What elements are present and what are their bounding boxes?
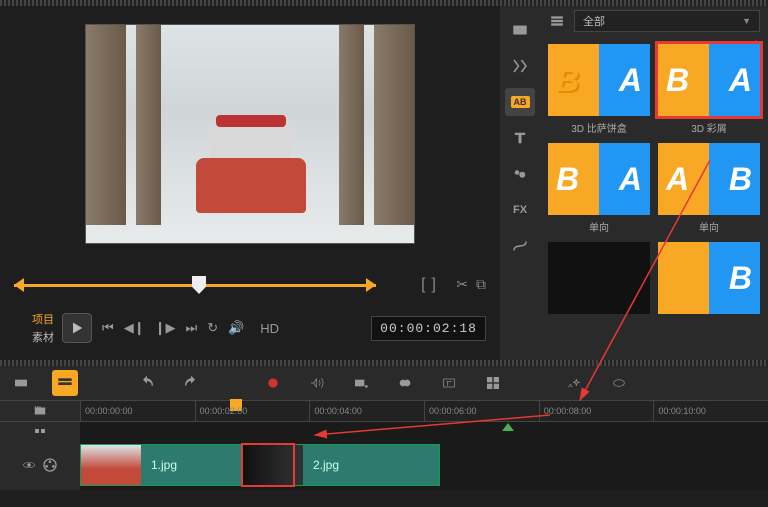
library-thumbnail[interactable]: BA	[548, 44, 650, 116]
undo-button[interactable]	[134, 370, 160, 396]
timeline-panel: 00:00:00:0000:00:02:0000:00:04:0000:00:0…	[0, 366, 768, 507]
prev-frame-button[interactable]: ◀❙	[124, 320, 145, 336]
library-thumbnail[interactable]: BA	[548, 143, 650, 215]
mode-labels[interactable]: 项目 素材	[14, 311, 54, 345]
timeline-toolbar	[0, 366, 768, 400]
category-icon	[548, 14, 566, 28]
preview-image	[86, 25, 414, 243]
library-caption: 单向	[589, 219, 609, 234]
audio-mixer-button[interactable]	[304, 370, 330, 396]
library-tabs: AB FX	[500, 6, 540, 360]
library-item[interactable]: BA 3D 彩屑	[658, 44, 760, 135]
mark-in-icon[interactable]: [	[421, 276, 425, 294]
ruler-tick: 00:00:00:00	[80, 401, 195, 421]
library-grid: BA 3D 比萨饼盒 BA 3D 彩屑 BA 单向 AB 单向 B	[540, 36, 768, 360]
ruler-track[interactable]: 00:00:00:0000:00:02:0000:00:04:0000:00:0…	[80, 401, 768, 421]
motion-button[interactable]	[562, 370, 588, 396]
material-mode-label[interactable]: 素材	[14, 329, 54, 345]
track-options-button[interactable]	[480, 370, 506, 396]
tab-fx[interactable]: FX	[505, 196, 535, 224]
mark-out-icon[interactable]: ]	[432, 276, 436, 294]
timeline-clip[interactable]: 1.jpg	[80, 444, 242, 486]
overlay-button[interactable]	[392, 370, 418, 396]
ruler-tick: 00:00:10:00	[653, 401, 768, 421]
auto-music-button[interactable]	[348, 370, 374, 396]
top-area: [ ] ✂ ⧉ 项目 素材 ⏮ ◀❙ ❙▶ ⏭ ↻ 🔊	[0, 6, 768, 360]
play-button[interactable]	[62, 313, 92, 343]
library-caption: 3D 比萨饼盒	[571, 120, 627, 135]
library-item[interactable]: BA 3D 比萨饼盒	[548, 44, 650, 135]
tab-graphics[interactable]	[505, 160, 535, 188]
library-thumbnail[interactable]	[548, 242, 650, 314]
timeline-add-marker[interactable]	[502, 423, 514, 431]
scrubber-row: [ ] ✂ ⧉	[14, 266, 486, 296]
ruler-tick: 00:00:02:00	[195, 401, 310, 421]
reel-icon	[42, 457, 58, 473]
cut-icon[interactable]: ✂	[456, 276, 468, 293]
hd-toggle[interactable]: HD	[260, 321, 279, 336]
go-start-button[interactable]: ⏮	[102, 320, 114, 336]
timeline-clip[interactable]: 2.jpg	[242, 444, 440, 486]
ruler-tick: 00:00:06:00	[424, 401, 539, 421]
scrubber-playhead[interactable]	[192, 276, 206, 294]
library-caption: 3D 彩屑	[691, 120, 727, 135]
preview-panel: [ ] ✂ ⧉ 项目 素材 ⏮ ◀❙ ❙▶ ⏭ ↻ 🔊	[0, 6, 500, 360]
project-mode-label[interactable]: 项目	[14, 311, 54, 327]
track-head[interactable]	[0, 440, 80, 490]
chevron-down-icon: ▼	[742, 16, 751, 26]
copy-icon[interactable]: ⧉	[476, 276, 486, 293]
tab-paths[interactable]	[505, 232, 535, 260]
library-item[interactable]: B	[658, 242, 760, 318]
storyboard-view-button[interactable]	[8, 370, 34, 396]
tab-transitions[interactable]: AB	[505, 88, 535, 116]
clip-thumbnail	[243, 445, 303, 485]
track-content[interactable]: 1.jpg 2.jpg	[80, 440, 768, 490]
visibility-icon[interactable]	[22, 458, 36, 472]
ruler-tick: 00:00:04:00	[309, 401, 424, 421]
library-thumbnail[interactable]: B	[658, 242, 760, 314]
tab-media[interactable]	[505, 16, 535, 44]
next-frame-button[interactable]: ❙▶	[155, 320, 176, 336]
ruler-tick: 00:00:08:00	[539, 401, 654, 421]
library-item[interactable]: AB 单向	[658, 143, 760, 234]
playback-row: 项目 素材 ⏮ ◀❙ ❙▶ ⏭ ↻ 🔊 HD 00:00:02:18	[14, 310, 486, 346]
volume-button[interactable]: 🔊	[228, 320, 244, 336]
clip-thumbnail	[81, 445, 141, 485]
clip-label: 2.jpg	[303, 458, 349, 472]
record-button[interactable]	[260, 370, 286, 396]
timeline-ruler[interactable]: 00:00:00:0000:00:02:0000:00:04:0000:00:0…	[0, 400, 768, 422]
transition-row	[0, 422, 768, 440]
scrubber-in-point[interactable]	[14, 278, 24, 292]
timecode-display[interactable]: 00:00:02:18	[371, 316, 486, 341]
timeline-view-button[interactable]	[52, 370, 78, 396]
chapter-button[interactable]	[606, 370, 632, 396]
go-end-button[interactable]: ⏭	[185, 320, 197, 336]
preview-frame[interactable]	[85, 24, 415, 244]
transition-head[interactable]	[0, 422, 80, 440]
library-item[interactable]: BA 单向	[548, 143, 650, 234]
category-dropdown[interactable]: 全部 ▼	[574, 10, 760, 32]
video-track: 1.jpg 2.jpg	[0, 440, 768, 490]
clip-label: 1.jpg	[141, 458, 187, 472]
scrubber-out-point[interactable]	[366, 278, 376, 292]
library-main: 全部 ▼ ★ BA3D 比萨饼盒BA3D 彩屑BA单向AB单向B	[540, 6, 768, 360]
redo-button[interactable]	[178, 370, 204, 396]
title-track-button[interactable]	[436, 370, 462, 396]
ruler-head[interactable]	[0, 401, 80, 421]
dropdown-label: 全部	[583, 13, 605, 29]
mark-brackets: [ ]	[421, 276, 436, 294]
tab-titles[interactable]	[505, 124, 535, 152]
library-panel: AB FX 全部 ▼ ★ BA3D 比萨饼盒BA3D 彩屑BA单向AB单向B	[500, 6, 768, 360]
library-thumbnail[interactable]: AB	[658, 143, 760, 215]
library-caption: 单向	[699, 219, 719, 234]
library-thumbnail[interactable]: BA	[658, 44, 760, 116]
library-item[interactable]	[548, 242, 650, 318]
loop-button[interactable]: ↻	[207, 320, 218, 336]
tab-effects[interactable]	[505, 52, 535, 80]
